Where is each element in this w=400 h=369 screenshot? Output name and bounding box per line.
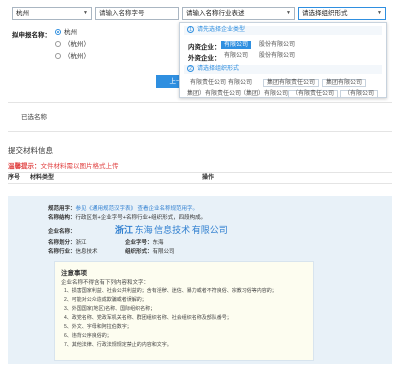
city-value: 杭州 xyxy=(16,10,29,17)
step-1-header: 1 请先选择企业类型 xyxy=(184,26,382,35)
org-option[interactable]: 有限公司 xyxy=(225,79,255,87)
step-number-icon: 2 xyxy=(187,65,194,72)
name-option[interactable]: 杭州 xyxy=(55,29,77,37)
notice-item: 3、外国国家(地区)名称、国际组织名称； xyxy=(64,306,156,312)
org-option[interactable]: 集团有限责任公司 xyxy=(263,79,320,87)
warning-text: 温馨提示：文件材料需以图片格式上传 xyxy=(8,160,119,170)
notice-item: 1、损害国家利益、社会公共利益的；含有淫秽、迷信、暴力或者不符良俗、宗教习俗等内… xyxy=(64,288,277,294)
submit-title: 提交材料信息 xyxy=(8,146,53,155)
rule-line: 规范用字：参见《通用规范汉字表》 查看企业名称规范用字。 xyxy=(48,206,199,212)
domestic-label: 内资企业： xyxy=(188,44,221,51)
step-2-header: 2 请选择组织形式 xyxy=(184,65,382,74)
divider xyxy=(8,131,392,132)
org-option[interactable]: 有限责任公司 xyxy=(187,79,229,87)
name-placeholder: 请输入名称字号 xyxy=(99,10,145,17)
option-label: （杭州） xyxy=(64,41,90,48)
notice-title: 注意事项 xyxy=(61,270,87,277)
company-name-line: 企业名称： 浙江 东海 信息技术 有限公司 xyxy=(48,225,228,235)
notice-item: 4、政党名称、党政军机关名称、群团组织名称、社会组织名称及部队番号； xyxy=(64,315,232,321)
chevron-down-icon: ▼ xyxy=(83,10,88,16)
industry-line: 名称行业：信息技术 xyxy=(48,249,98,255)
name-example-card: 规范用字：参见《通用规范汉字表》 查看企业名称规范用字。 名称结构：行政区划+企… xyxy=(8,196,392,364)
warning-body: 文件材料需以图片格式上传 xyxy=(40,163,119,170)
notice-item: 7、其他法律、行政法规规定禁止的内容和文字。 xyxy=(64,342,172,348)
domestic-option[interactable]: 股份有限公司 xyxy=(256,41,298,49)
radio-icon xyxy=(55,41,61,48)
name-option[interactable]: （杭州） xyxy=(55,41,90,49)
notice-item: 6、违背公序良俗的； xyxy=(64,333,112,339)
chevron-down-icon: ▼ xyxy=(286,10,291,16)
warning-prefix: 温馨提示： xyxy=(8,163,41,170)
radio-icon xyxy=(55,29,61,36)
brand-line: 企业字号：东海 xyxy=(125,240,164,246)
org-option[interactable]: （集团）有限公司 xyxy=(237,90,291,98)
org-option[interactable]: 集团）有限责任公司 xyxy=(184,90,244,98)
org-form-popup: 1 请先选择企业类型 内资企业： 有限公司 股份有限公司 外资企业： 有限公司 股… xyxy=(179,22,387,98)
region-line: 名称划分：浙江 xyxy=(48,240,87,246)
foreign-label: 外资企业： xyxy=(188,55,221,62)
foreign-option[interactable]: 股份有限公司 xyxy=(256,52,298,60)
notice-item: 2、可能对公众造成欺骗或者误解的； xyxy=(64,297,147,303)
foreign-option[interactable]: 有限公司 xyxy=(221,52,251,60)
notice-box: 注意事项 企业名称不得含有下列内容和文字： 1、损害国家利益、社会公共利益的；含… xyxy=(54,261,314,361)
option-label: （杭州） xyxy=(64,53,90,60)
name-option[interactable]: （杭州） xyxy=(55,53,90,61)
selected-names-label: 已选名称 xyxy=(21,114,47,121)
industry-placeholder: 请输入名称行业表述 xyxy=(186,10,245,17)
option-label: 杭州 xyxy=(64,29,77,36)
col-type: 材料类型 xyxy=(30,175,55,181)
domestic-option-selected[interactable]: 有限公司 xyxy=(221,41,252,49)
city-select[interactable]: 杭州 ▼ xyxy=(12,7,92,20)
org-option[interactable]: 集团有限公司 xyxy=(322,79,367,87)
org-line: 组织形式：有限公司 xyxy=(125,249,175,255)
name-input[interactable]: 请输入名称字号 xyxy=(95,7,179,20)
org-option[interactable]: （有限公司 xyxy=(340,90,379,98)
step-number-icon: 1 xyxy=(187,26,194,33)
col-action: 操作 xyxy=(202,175,215,181)
step-2-label: 请选择组织形式 xyxy=(197,66,240,73)
industry-select[interactable]: 请输入名称行业表述 ▼ xyxy=(182,7,295,20)
materials-table-header: 序号 材料类型 操作 xyxy=(8,172,392,184)
structure-line: 名称结构：行政区划+企业字号+名称行业+组织形式，四段构成。 xyxy=(48,215,207,221)
notice-intro: 企业名称不得含有下列内容和文字： xyxy=(61,280,150,286)
radio-icon xyxy=(55,53,61,60)
chevron-down-icon: ▼ xyxy=(377,10,382,16)
notice-item: 5、外文、字母和阿拉伯数字； xyxy=(64,324,132,330)
apply-label: 拟申报名称： xyxy=(12,32,51,39)
col-index: 序号 xyxy=(8,175,21,181)
divider xyxy=(8,102,392,103)
org-placeholder: 请选择组织形式 xyxy=(302,10,348,17)
org-option[interactable]: （有限责任公司 xyxy=(288,90,339,98)
org-select[interactable]: 请选择组织形式 ▼ xyxy=(298,7,386,20)
step-1-label: 请先选择企业类型 xyxy=(197,27,246,34)
